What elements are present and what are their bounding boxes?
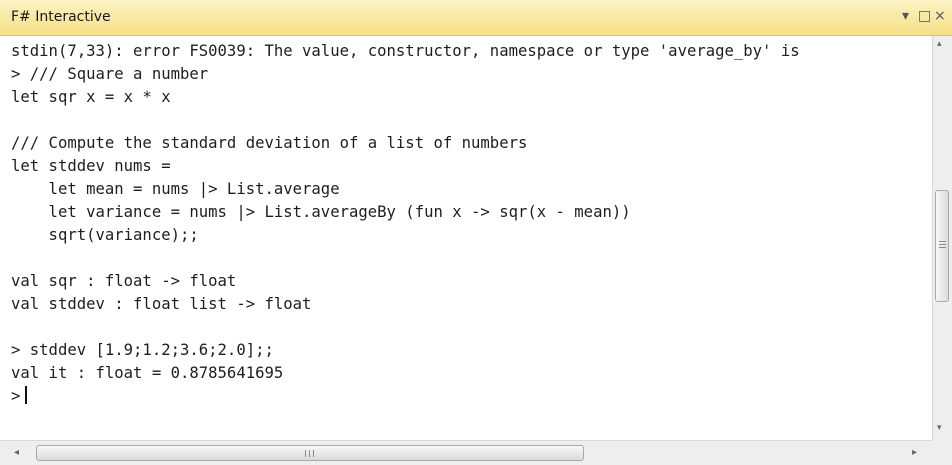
- horizontal-scrollbar[interactable]: ◂ ▸: [0, 440, 932, 465]
- grip-line: [309, 450, 310, 457]
- console-line: > /// Square a number: [11, 65, 209, 83]
- console-line: let stddev nums =: [11, 157, 171, 175]
- console-line: sqrt(variance);;: [11, 226, 199, 244]
- console-line: val it : float = 0.8785641695: [11, 364, 284, 382]
- console-line: stdin(7,33): error FS0039: The value, co…: [11, 42, 800, 60]
- input-prompt-line[interactable]: >: [11, 385, 27, 408]
- console-output[interactable]: stdin(7,33): error FS0039: The value, co…: [0, 36, 932, 440]
- grip-line: [939, 241, 946, 242]
- console-line: let sqr x = x * x: [11, 88, 171, 106]
- grip-line: [939, 247, 946, 248]
- text-caret: [25, 386, 27, 404]
- console-line: /// Compute the standard deviation of a …: [11, 134, 528, 152]
- console-line: let mean = nums |> List.average: [11, 180, 340, 198]
- console-line: val sqr : float -> float: [11, 272, 237, 290]
- console-line: let variance = nums |> List.averageBy (f…: [11, 203, 631, 221]
- vertical-scrollbar[interactable]: ▴ ▾: [932, 36, 952, 440]
- scrollbar-corner: [932, 440, 952, 465]
- scroll-down-icon[interactable]: ▾: [937, 422, 942, 433]
- console-line: val stddev : float list -> float: [11, 295, 312, 313]
- console-line: > stddev [1.9;1.2;3.6;2.0];;: [11, 341, 274, 359]
- horizontal-scroll-thumb[interactable]: [36, 445, 584, 461]
- grip-line: [939, 244, 946, 245]
- vertical-scroll-thumb[interactable]: [935, 190, 949, 302]
- scroll-up-icon[interactable]: ▴: [937, 38, 942, 49]
- scroll-left-icon[interactable]: ◂: [14, 447, 19, 458]
- prompt: >: [11, 387, 21, 405]
- window-title: F# Interactive: [11, 9, 111, 25]
- scroll-right-icon[interactable]: ▸: [912, 447, 917, 458]
- grip-line: [313, 450, 314, 457]
- window-position-dropdown-icon[interactable]: ▾: [902, 8, 909, 24]
- fsharp-interactive-window: F# Interactive ▾ □ × stdin(7,33): error …: [0, 0, 952, 465]
- restore-icon[interactable]: □: [918, 8, 931, 24]
- title-bar: F# Interactive ▾ □ ×: [0, 0, 952, 36]
- grip-line: [305, 450, 306, 457]
- close-icon[interactable]: ×: [934, 8, 946, 24]
